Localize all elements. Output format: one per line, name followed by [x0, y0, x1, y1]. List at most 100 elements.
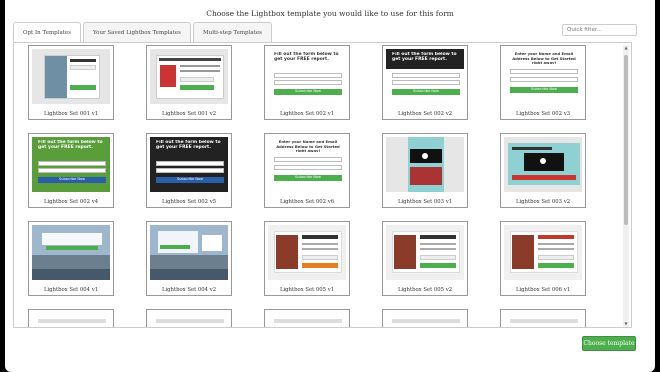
thumb-part [160, 327, 172, 328]
subscribe-btn: Subscribe Now [274, 175, 342, 181]
template-card[interactable]: Lightbox Set 001 v1 [28, 45, 114, 120]
thumb-part [538, 248, 574, 250]
template-card[interactable]: Lightbox Set 005 v1 [264, 221, 350, 296]
thumb-part [416, 327, 456, 328]
thumb-part [302, 248, 338, 250]
subscribe-btn [420, 263, 456, 268]
ebook-cover [160, 65, 176, 87]
popup-headline: Fill out the form below to get your FREE… [156, 140, 221, 151]
template-thumbnail [32, 49, 110, 104]
panel-scrollbar[interactable]: ▲ ▼ [623, 45, 629, 327]
popup [158, 231, 198, 253]
template-card[interactable] [264, 309, 350, 328]
subscribe-label: Subscribe Now [59, 177, 85, 181]
subscribe-label: Subscribe Now [413, 89, 439, 93]
thumb-part [512, 147, 552, 150]
thumb-part [538, 255, 574, 260]
template-thumbnail [268, 313, 346, 328]
template-card[interactable] [146, 309, 232, 328]
popup-headline: Fill out the form below to get your FREE… [392, 52, 457, 63]
email-field [38, 168, 106, 173]
template-card[interactable]: Lightbox Set 001 v2 [146, 45, 232, 120]
thumb-part [32, 269, 110, 280]
template-thumbnail: Fill out the form below to get your FREE… [268, 49, 346, 104]
template-card-label: Lightbox Set 003 v1 [397, 199, 453, 205]
template-card-label: Lightbox Set 002 v3 [515, 111, 571, 117]
thumb-part [70, 59, 96, 62]
thumb-part [420, 243, 456, 245]
thumb-part [156, 319, 224, 323]
template-thumbnail [504, 313, 582, 327]
template-panel: Lightbox Set 001 v1 Lightbox Set 001 v2 Fi… [13, 42, 632, 328]
subscribe-btn [46, 246, 98, 250]
template-card[interactable] [382, 309, 468, 328]
quick-filter-input[interactable] [562, 24, 637, 36]
template-card-label: Lightbox Set 002 v5 [161, 199, 217, 205]
subscribe-btn: Subscribe Now [392, 89, 460, 95]
template-card-label: Lightbox Set 003 v2 [515, 199, 571, 205]
form-box [410, 167, 442, 185]
template-card[interactable]: Lightbox Set 003 v1 [382, 133, 468, 208]
thumb-part [202, 235, 222, 251]
template-card[interactable]: Enter your Name and Email Address Below … [500, 45, 586, 120]
thumb-part [538, 243, 574, 245]
template-card[interactable]: Lightbox Set 004 v2 [146, 221, 232, 296]
food-photo [512, 235, 534, 269]
template-card-label: Lightbox Set 004 v1 [43, 287, 99, 293]
thumb-part [70, 65, 96, 70]
template-card[interactable]: Enter your Name and Email Address Below … [264, 133, 350, 208]
template-card[interactable]: Lightbox Set 005 v2 [382, 221, 468, 296]
template-card-label: Lightbox Set 004 v2 [161, 287, 217, 293]
scroll-down-arrow-icon[interactable]: ▼ [623, 321, 629, 327]
template-card-label: Lightbox Set 001 v2 [161, 111, 217, 117]
thumb-part [392, 319, 460, 323]
subscribe-btn [302, 263, 338, 268]
subscribe-btn [180, 85, 214, 90]
choose-template-button[interactable]: Choose template [582, 336, 636, 351]
play-icon [540, 158, 546, 164]
popup-headline: Enter your Name and Email Address Below … [276, 140, 340, 152]
tab-opt-in-templates[interactable]: Opt In Templates [13, 22, 82, 43]
template-card[interactable]: Fill out the form below to get your FREE… [382, 45, 468, 120]
template-thumbnail: Enter your Name and Email Address Below … [504, 49, 582, 104]
template-card[interactable] [28, 309, 114, 328]
thumb-part [510, 319, 578, 323]
thumb-part [180, 327, 220, 328]
template-card[interactable]: Fill out the form below to get your FREE… [146, 133, 232, 208]
template-card[interactable]: Fill out the form below to get your FREE… [28, 133, 114, 208]
name-field [274, 73, 342, 78]
thumb-part [420, 248, 456, 250]
template-card[interactable]: Fill out the form below to get your FREE… [264, 45, 350, 120]
thumb-part [278, 327, 290, 328]
scrollbar-thumb[interactable] [624, 55, 628, 225]
template-thumbnail [268, 225, 346, 280]
scroll-up-arrow-icon[interactable]: ▲ [623, 45, 629, 51]
template-card[interactable]: Lightbox Set 003 v2 [500, 133, 586, 208]
thumb-part [420, 255, 456, 260]
subscribe-label: Subscribe Now [295, 89, 321, 93]
template-card[interactable]: Lightbox Set 004 v1 [28, 221, 114, 296]
template-card-label: Lightbox Set 005 v2 [397, 287, 453, 293]
subscribe-label: Subscribe Now [531, 87, 557, 91]
modal-title: Choose the Lightbox template you would l… [206, 9, 454, 18]
tab-multi-step-templates[interactable]: Multi-step Templates [193, 22, 272, 42]
template-card[interactable]: Lightbox Set 006 v1 [500, 221, 586, 296]
template-thumbnail: Enter your Name and Email Address Below … [268, 137, 346, 192]
email-field [274, 165, 342, 170]
thumb-part [180, 77, 214, 82]
name-field [392, 73, 460, 78]
food-photo [394, 235, 416, 269]
subscribe-btn: Subscribe Now [38, 177, 106, 183]
tab-saved-lightbox-templates[interactable]: Your Saved Lightbox Templates [83, 22, 192, 42]
subscribe-btn: Subscribe Now [274, 89, 342, 95]
thumb-part [538, 235, 574, 239]
name-field [510, 69, 578, 74]
template-thumbnail [150, 49, 228, 104]
template-thumbnail [386, 225, 464, 280]
template-card[interactable] [500, 309, 586, 327]
thumb-part [150, 269, 228, 280]
name-field [38, 161, 106, 166]
thumb-part [42, 327, 54, 328]
template-thumbnail [32, 313, 110, 328]
name-field [274, 157, 342, 162]
